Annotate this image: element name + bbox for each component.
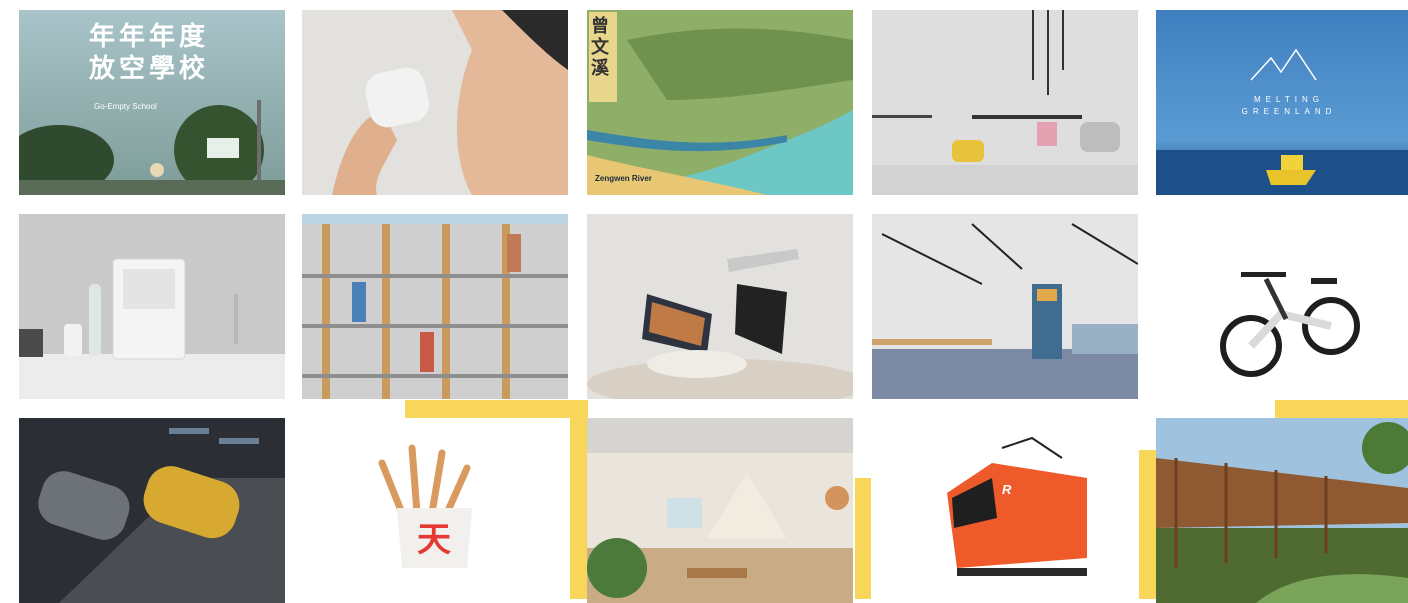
accent-strip-right-row3	[1275, 400, 1408, 418]
lounge-image	[587, 418, 853, 603]
tile-cars[interactable]	[19, 418, 285, 603]
office-interior-image	[872, 214, 1138, 399]
tile-fries[interactable]: 天	[302, 418, 568, 603]
e-bike-image	[1156, 214, 1408, 399]
furniture-image	[872, 10, 1138, 195]
tile-timber-building[interactable]	[302, 214, 568, 399]
cars-image	[19, 418, 285, 603]
tile-shaver[interactable]	[302, 10, 568, 195]
fries-image	[302, 418, 568, 603]
accent-block-right	[1139, 450, 1157, 599]
timber-building-image	[302, 214, 568, 399]
tile-go-empty-school[interactable]: 年年年度 放空學校 Go-Empty School	[19, 10, 285, 195]
melting-greenland-image	[1156, 10, 1408, 195]
train-image	[872, 418, 1138, 603]
tile-river-map[interactable]: 曾文溪 Zengwen River	[587, 10, 853, 195]
accent-strip-left-row3	[405, 400, 570, 418]
tile-e-bike[interactable]	[1156, 214, 1408, 399]
tile-office-interior[interactable]	[872, 214, 1138, 399]
timber-walkway-image	[1156, 418, 1408, 603]
shaver-image	[302, 10, 568, 195]
tile-timber-walkway[interactable]	[1156, 418, 1408, 603]
tile-train[interactable]: R	[872, 418, 1138, 603]
accent-block-train-left	[855, 478, 871, 599]
tile-dish-dryer[interactable]	[19, 214, 285, 399]
dish-dryer-image	[19, 214, 285, 399]
tile-laptop-rocks[interactable]	[587, 214, 853, 399]
tile-lounge[interactable]	[587, 418, 853, 603]
tile-melting-greenland[interactable]: MELTING GREENLAND	[1156, 10, 1408, 195]
laptop-rocks-image	[587, 214, 853, 399]
accent-block-middle	[570, 400, 588, 599]
river-map-image	[587, 10, 853, 195]
tile-furniture[interactable]	[872, 10, 1138, 195]
go-empty-school-image	[19, 10, 285, 195]
